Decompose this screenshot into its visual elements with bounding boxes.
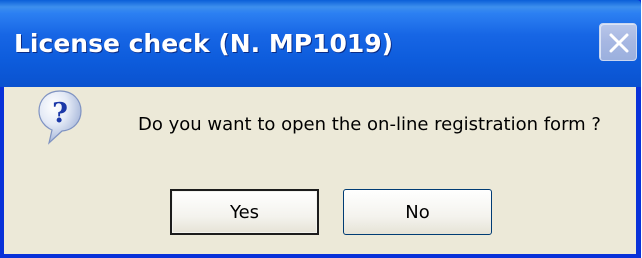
yes-button-label: Yes xyxy=(229,201,260,223)
yes-button[interactable]: Yes xyxy=(170,189,319,235)
close-button[interactable] xyxy=(599,23,637,61)
window-title: License check (N. MP1019) xyxy=(14,29,394,58)
message-text: Do you want to open the on-line registra… xyxy=(138,114,601,135)
dialog-body: ? Do you want to open the on-line regist… xyxy=(4,87,636,254)
title-bar[interactable]: License check (N. MP1019) xyxy=(0,0,641,87)
no-button[interactable]: No xyxy=(343,189,492,235)
message-dialog: License check (N. MP1019) ? Do you want … xyxy=(0,0,641,258)
page: License check (N. MP1019) ? Do you want … xyxy=(0,0,642,258)
question-icon: ? xyxy=(38,90,82,145)
no-button-label: No xyxy=(405,201,430,223)
close-icon xyxy=(609,33,629,53)
svg-text:?: ? xyxy=(52,98,68,129)
